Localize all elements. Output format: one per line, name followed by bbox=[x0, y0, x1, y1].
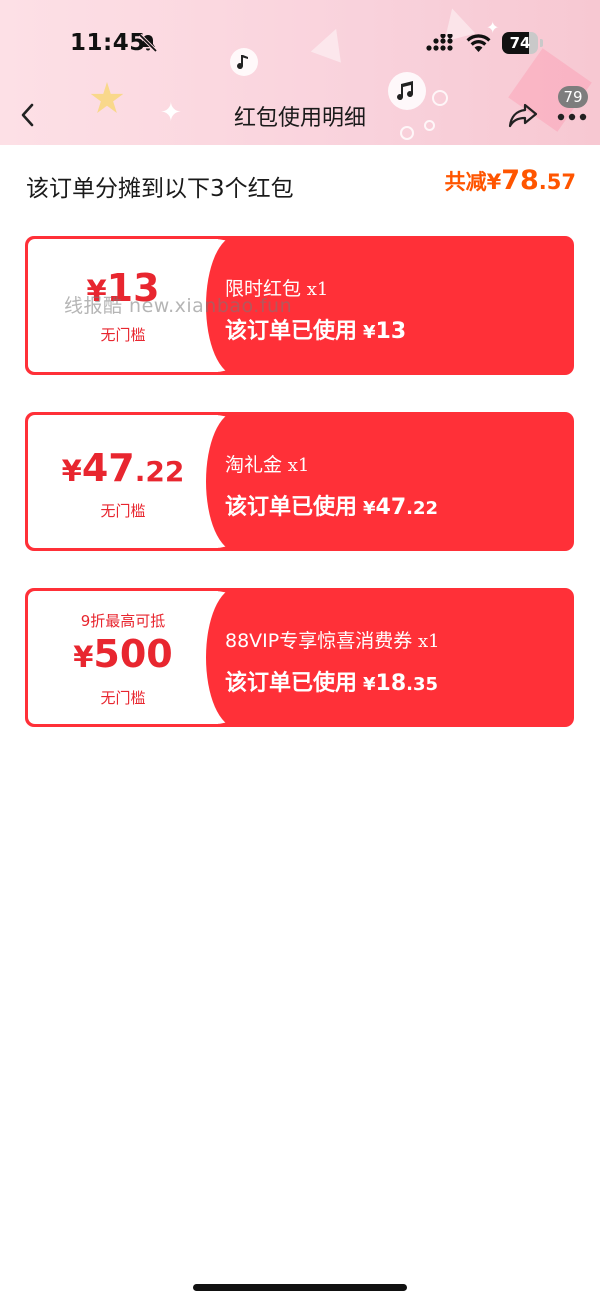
coupon-amount-dec: .22 bbox=[134, 455, 185, 488]
coupon-used-int: 13 bbox=[375, 319, 407, 344]
total-dec: .57 bbox=[538, 170, 576, 194]
status-bar: 11:45 74 bbox=[0, 0, 600, 90]
summary-row: 该订单分摊到以下3个红包 共减¥78.57 bbox=[26, 165, 576, 205]
coupon-name: 淘礼金 x1 bbox=[225, 450, 309, 477]
coupon-name: 88VIP专享惊喜消费券 x1 bbox=[225, 626, 440, 653]
coupon-used-label: 该订单已使用 bbox=[225, 495, 358, 520]
battery-body: 74 bbox=[502, 32, 538, 54]
coupon-used-int: 47 bbox=[375, 495, 407, 520]
coupon-used: 该订单已使用 ¥47.22 bbox=[225, 489, 438, 521]
battery-level: 74 bbox=[509, 34, 531, 52]
total-reduction: 共减¥78.57 bbox=[445, 165, 576, 196]
coupon-condition: 无门槛 bbox=[100, 689, 146, 707]
watermark: 线报酷 new.xianbao.fun bbox=[64, 295, 293, 317]
coupon-threshold: 9折最高可抵 bbox=[80, 612, 166, 630]
coupon-card[interactable]: 9折最高可抵 ¥500 无门槛 88VIP专享惊喜消费券 x1 该订单已使用 ¥1… bbox=[25, 588, 574, 727]
coupon-used-dec: .35 bbox=[406, 674, 439, 695]
coupon-amount: ¥47.22 bbox=[28, 446, 218, 490]
summary-title: 该订单分摊到以下3个红包 bbox=[26, 176, 294, 202]
battery-tip bbox=[540, 39, 543, 47]
share-icon[interactable] bbox=[507, 100, 539, 130]
coupon-used-yen: ¥ bbox=[363, 498, 376, 519]
coupon-condition: 无门槛 bbox=[100, 326, 146, 344]
total-int: 78 bbox=[501, 165, 539, 196]
coupon-amount-yen: ¥ bbox=[61, 454, 82, 488]
signal-icon bbox=[426, 34, 453, 51]
home-indicator[interactable] bbox=[193, 1284, 407, 1291]
coupon-amount-yen: ¥ bbox=[73, 640, 94, 674]
header: ✦ ✦ 11:45 74 红包使用明细 79 bbox=[0, 0, 600, 145]
coupon-name-text: 淘礼金 bbox=[225, 454, 283, 476]
sparkle-icon: ✦ bbox=[160, 98, 182, 128]
coupon-used-dec: .22 bbox=[406, 498, 439, 519]
bell-slash-icon bbox=[138, 33, 158, 53]
coupon-used: 该订单已使用 ¥18.35 bbox=[225, 665, 438, 697]
more-badge: 79 bbox=[558, 86, 588, 108]
more-icon[interactable] bbox=[556, 112, 588, 122]
decoration-ring bbox=[400, 126, 414, 140]
coupon-name-text: 88VIP专享惊喜消费券 bbox=[225, 630, 413, 652]
coupon-qty: x1 bbox=[282, 455, 310, 476]
coupon-amount-int: 500 bbox=[93, 632, 173, 676]
coupon-amount-int: 47 bbox=[81, 446, 135, 490]
coupon-used-int: 18 bbox=[375, 671, 407, 696]
coupon-qty: x1 bbox=[412, 631, 440, 652]
coupon-used-yen: ¥ bbox=[363, 674, 376, 695]
coupon-condition: 无门槛 bbox=[100, 502, 146, 520]
total-label: 共减¥ bbox=[444, 170, 502, 194]
coupon-used-label: 该订单已使用 bbox=[225, 319, 358, 344]
status-time: 11:45 bbox=[70, 30, 146, 56]
page-title: 红包使用明细 bbox=[233, 106, 366, 131]
decoration-ring bbox=[432, 90, 448, 106]
battery-icon: 74 bbox=[502, 32, 544, 54]
wifi-icon bbox=[466, 34, 491, 52]
coupon-card[interactable]: ¥47.22 无门槛 淘礼金 x1 该订单已使用 ¥47.22 bbox=[25, 412, 574, 551]
coupon-qty: x1 bbox=[301, 279, 329, 300]
back-chevron-icon[interactable] bbox=[14, 100, 42, 130]
coupon-amount: ¥500 bbox=[28, 632, 218, 676]
coupon-used-label: 该订单已使用 bbox=[225, 671, 358, 696]
decoration-ring bbox=[424, 120, 435, 131]
coupon-used-yen: ¥ bbox=[363, 322, 376, 343]
